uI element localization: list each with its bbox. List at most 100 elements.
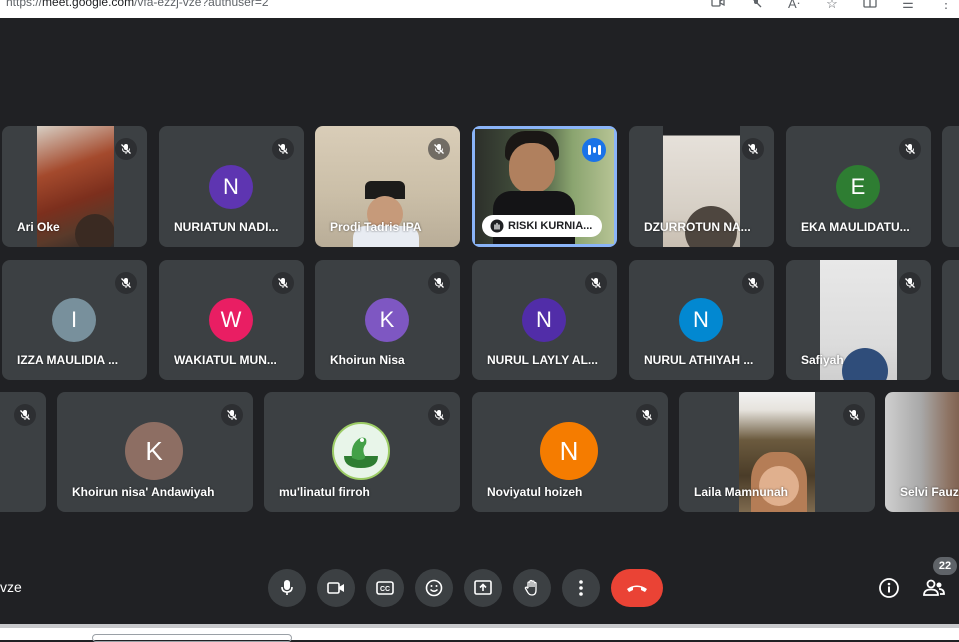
mic-icon xyxy=(281,580,293,595)
avatar: I xyxy=(52,298,96,342)
participant-name: NURUL LAYLY AL... xyxy=(487,353,598,367)
participant-tile[interactable]: N NURUL LAYLY AL... xyxy=(472,260,617,380)
participant-name: IZZA MAULIDIA ... xyxy=(17,353,119,367)
end-call-icon xyxy=(627,585,647,592)
participant-tile-partial[interactable] xyxy=(0,392,46,512)
participant-tile[interactable]: K Khoirun Nisa xyxy=(315,260,460,380)
mic-off-icon xyxy=(742,272,764,294)
participant-tile-partial[interactable] xyxy=(942,260,959,380)
info-icon xyxy=(879,578,899,598)
mic-off-icon xyxy=(843,404,865,426)
meeting-code: vze xyxy=(0,579,22,595)
participant-tile-active-speaker[interactable]: RISKI KURNIA... xyxy=(472,126,617,247)
participant-tile-partial[interactable] xyxy=(942,126,959,247)
participant-name: Khoirun Nisa xyxy=(330,353,405,367)
participant-tile[interactable]: Safiyah xyxy=(786,260,931,380)
more-vert-icon xyxy=(579,580,583,596)
participant-name: Prodi Tadris IPA xyxy=(330,220,422,234)
participant-name: WAKIATUL MUN... xyxy=(174,353,277,367)
camera-button[interactable] xyxy=(317,569,355,607)
mic-off-icon xyxy=(221,404,243,426)
participant-tile[interactable]: N Noviyatul hoizeh xyxy=(472,392,668,512)
hand-icon xyxy=(524,579,537,596)
raise-hand-button[interactable] xyxy=(513,569,551,607)
emoji-icon xyxy=(425,579,443,597)
cc-icon: CC xyxy=(376,581,394,595)
participant-name: Khoirun nisa' Andawiyah xyxy=(72,485,215,499)
participant-name: mu'linatul firroh xyxy=(279,485,370,499)
captions-button[interactable]: CC xyxy=(366,569,404,607)
participant-name: Safiyah xyxy=(801,353,844,367)
present-icon xyxy=(474,580,492,595)
participant-name: Selvi Fauz xyxy=(900,485,959,499)
svg-text:CC: CC xyxy=(380,586,390,593)
mic-off-icon xyxy=(272,138,294,160)
read-aloud-icon[interactable]: Aᐧ xyxy=(785,0,803,12)
favorite-star-icon[interactable]: ☆ xyxy=(823,0,841,12)
participant-tile[interactable]: Prodi Tadris IPA xyxy=(315,126,460,247)
mic-off-icon xyxy=(742,138,764,160)
participant-tile[interactable]: Ari Oke xyxy=(2,126,147,247)
participant-tile[interactable]: mu'linatul firroh xyxy=(264,392,460,512)
avatar: W xyxy=(209,298,253,342)
mic-off-icon xyxy=(585,272,607,294)
url-host: meet.google.com xyxy=(42,0,135,9)
meeting-controls-bar: vze CC 22 xyxy=(0,548,959,624)
participant-name: Noviyatul hoizeh xyxy=(487,485,583,499)
taskbar-search[interactable] xyxy=(92,634,292,642)
speaking-indicator-icon xyxy=(582,138,606,162)
participant-name: EKA MAULIDATU... xyxy=(801,220,910,234)
meeting-details-button[interactable] xyxy=(876,575,902,601)
more-options-button[interactable] xyxy=(562,569,600,607)
participant-name: NURIATUN NADI... xyxy=(174,220,279,234)
mic-off-icon xyxy=(115,272,137,294)
avatar: E xyxy=(836,165,880,209)
url-path: /vfa-ezzj-vze?authuser=2 xyxy=(134,0,269,9)
mic-off-icon xyxy=(899,272,921,294)
participant-tile[interactable]: DZURROTUN NA... xyxy=(629,126,774,247)
url-prefix: https:// xyxy=(6,0,43,9)
participant-tile[interactable]: I IZZA MAULIDIA ... xyxy=(2,260,147,380)
participant-name: NURUL ATHIYAH ... xyxy=(644,353,754,367)
mic-off-icon xyxy=(899,138,921,160)
present-button[interactable] xyxy=(464,569,502,607)
url-text[interactable]: https://meet.google.com/vfa-ezzj-vze?aut… xyxy=(6,0,269,9)
participant-count-badge: 22 xyxy=(933,557,957,575)
participant-tile[interactable]: W WAKIATUL MUN... xyxy=(159,260,304,380)
participant-tile[interactable]: N NURIATUN NADI... xyxy=(159,126,304,247)
mic-off-icon xyxy=(428,138,450,160)
reactions-button[interactable] xyxy=(415,569,453,607)
mic-off-icon xyxy=(14,404,36,426)
people-button[interactable] xyxy=(921,575,947,601)
mic-off-icon xyxy=(428,272,450,294)
camera-icon[interactable] xyxy=(709,0,727,12)
browser-address-bar[interactable]: https://meet.google.com/vfa-ezzj-vze?aut… xyxy=(0,0,959,18)
mic-off-icon[interactable] xyxy=(747,0,765,12)
participant-tile[interactable]: Selvi Fauz xyxy=(885,392,959,512)
participant-tile[interactable]: K Khoirun nisa' Andawiyah xyxy=(57,392,253,512)
split-screen-icon[interactable] xyxy=(861,0,879,12)
participant-name: RISKI KURNIA... xyxy=(508,220,593,232)
participant-name: Laila Mamnunah xyxy=(694,485,789,499)
avatar: K xyxy=(365,298,409,342)
taskbar xyxy=(0,624,959,642)
participant-name-pill: RISKI KURNIA... xyxy=(482,215,603,237)
participant-name: Ari Oke xyxy=(17,220,60,234)
swan-logo-avatar xyxy=(332,422,390,480)
leave-call-button[interactable] xyxy=(611,569,663,607)
participant-name: DZURROTUN NA... xyxy=(644,220,751,234)
avatar: N xyxy=(522,298,566,342)
avatar: K xyxy=(125,422,183,480)
meeting-grid: Ari Oke N NURIATUN NADI... Prodi Tadris … xyxy=(0,18,959,624)
more-icon[interactable]: ⋮ xyxy=(937,0,955,12)
mic-off-icon xyxy=(115,138,137,160)
favorites-icon[interactable]: ☰ xyxy=(899,0,917,12)
participant-tile[interactable]: N NURUL ATHIYAH ... xyxy=(629,260,774,380)
mic-off-icon xyxy=(272,272,294,294)
avatar: N xyxy=(209,165,253,209)
participant-tile[interactable]: Laila Mamnunah xyxy=(679,392,875,512)
taskbar-strip xyxy=(0,624,959,628)
avatar: N xyxy=(540,422,598,480)
microphone-button[interactable] xyxy=(268,569,306,607)
participant-tile[interactable]: E EKA MAULIDATU... xyxy=(786,126,931,247)
